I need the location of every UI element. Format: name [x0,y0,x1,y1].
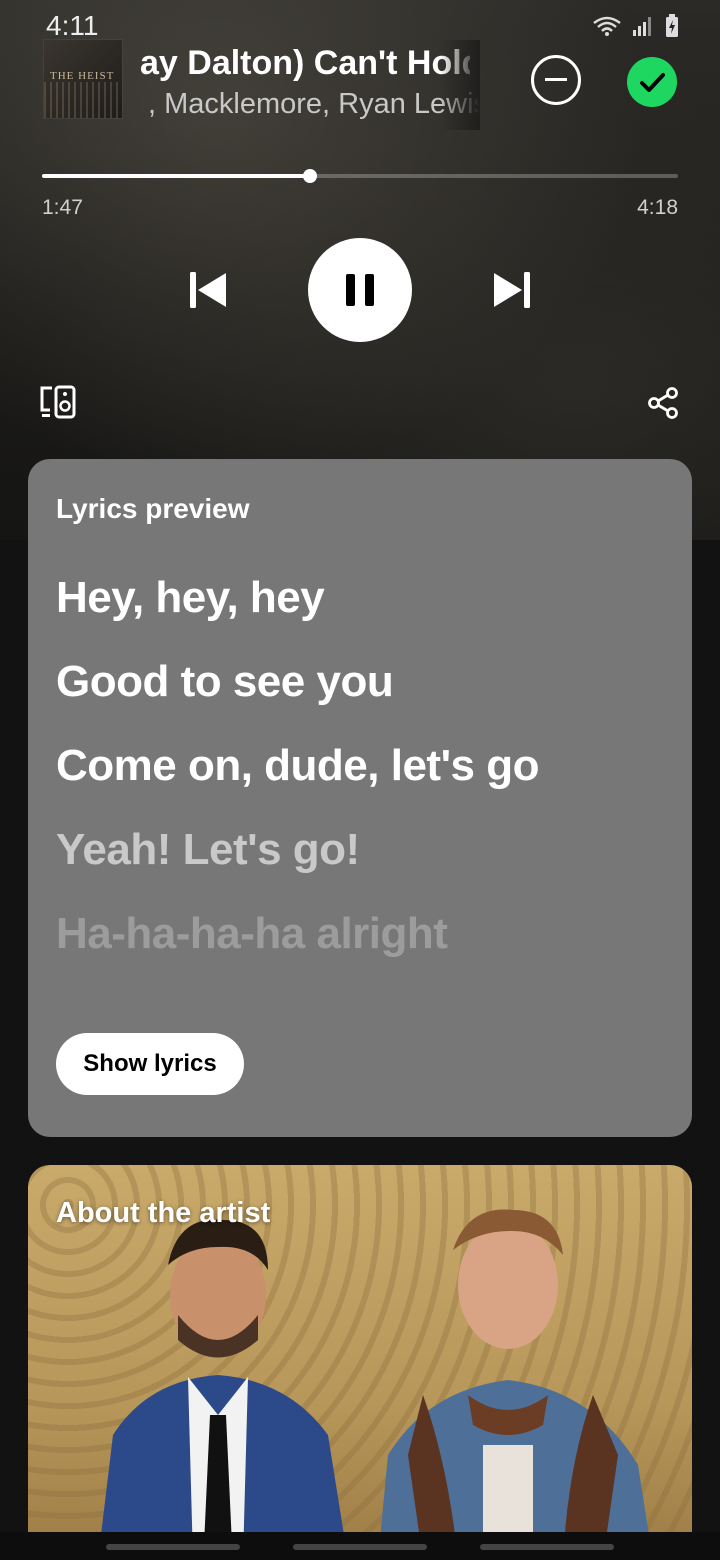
check-circle-icon[interactable] [627,57,677,107]
check-mark [640,73,665,92]
skip-previous-icon[interactable] [186,268,230,312]
lyric-line: Come on, dude, let's go [56,741,539,790]
skip-next-icon[interactable] [490,268,534,312]
nav-handle[interactable] [293,1544,427,1550]
album-art[interactable]: THE HEIST [44,40,122,118]
text-fade [440,40,480,130]
minus-circle-icon[interactable] [531,55,581,105]
system-navigation-bar [0,1532,720,1560]
lyric-line: Yeah! Let's go! [56,825,360,874]
battery-charging-icon [666,14,678,37]
wifi-icon [593,16,621,36]
progress-fill [42,174,311,178]
progress-bar[interactable] [42,169,678,183]
album-art-pattern [44,82,122,118]
about-artist-heading: About the artist [56,1197,271,1229]
about-artist-card[interactable]: About the artist [28,1165,692,1560]
now-playing-track-row: THE HEIST ay Dalton) Can't Hold Us , Mac… [0,40,720,130]
connect-devices-icon[interactable] [38,384,78,420]
status-time: 4:11 [46,10,99,41]
signal-icon [633,17,651,36]
lyrics-heading: Lyrics preview [56,493,250,524]
pause-icon[interactable] [308,238,412,342]
lyric-line: Hey, hey, hey [56,573,325,622]
total-time: 4:18 [637,196,678,219]
playback-controls [0,236,720,344]
nav-handle[interactable] [106,1544,240,1550]
lyric-line: Ha-ha-ha-ha alright [56,909,448,958]
track-title[interactable]: ay Dalton) Can't Hold Us [140,44,470,88]
lyrics-preview-card[interactable]: Lyrics preview Hey, hey, hey Good to see… [28,459,692,1137]
track-artist[interactable]: , Macklemore, Ryan Lewis [148,88,478,128]
album-art-text: THE HEIST [50,70,115,82]
status-icons [592,14,680,38]
nav-handle[interactable] [480,1544,614,1550]
elapsed-time: 1:47 [42,196,83,219]
show-lyrics-button[interactable]: Show lyrics [56,1033,244,1095]
lyric-line: Good to see you [56,657,394,706]
share-icon[interactable] [646,386,680,420]
